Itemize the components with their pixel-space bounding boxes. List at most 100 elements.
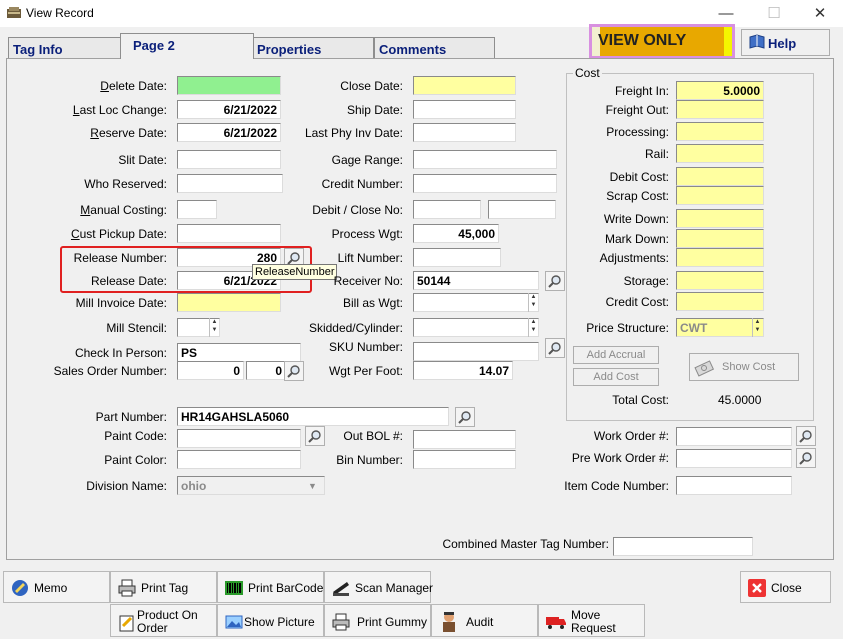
freight-in-field[interactable]: 5.0000	[676, 81, 764, 100]
title-bar: View Record — ☐ ✕	[0, 0, 843, 27]
total-cost-label: Total Cost:	[612, 393, 669, 407]
sku-search-button[interactable]	[545, 338, 565, 358]
truck-icon	[545, 614, 566, 634]
credit-cost-field[interactable]	[676, 292, 764, 311]
paint-code-search-button[interactable]	[305, 426, 325, 446]
scanner-icon	[331, 578, 351, 598]
skidded-cylinder-spinner[interactable]: ▲ ▼	[528, 318, 538, 337]
cust-pickup-date-field[interactable]	[177, 224, 281, 243]
audit-button[interactable]: Audit	[431, 604, 538, 637]
price-structure-spinner[interactable]: ▲ ▼	[752, 318, 762, 337]
processing-field[interactable]	[676, 122, 764, 141]
item-code-number-field[interactable]	[676, 476, 792, 495]
combined-master-tag-field[interactable]	[613, 537, 753, 556]
adjustments-label: Adjustments:	[599, 251, 669, 265]
window-title: View Record	[26, 6, 94, 20]
price-structure-select[interactable]: CWT	[676, 318, 764, 337]
bill-as-wgt-spinner[interactable]: ▲ ▼	[528, 293, 538, 312]
memo-button[interactable]: Memo	[3, 571, 110, 603]
sales-order-search-button[interactable]	[284, 361, 304, 381]
print-gummy-button[interactable]: Print Gummy	[324, 604, 431, 637]
adjustments-field[interactable]	[676, 248, 764, 267]
last-phy-inv-date-field[interactable]	[413, 123, 516, 142]
check-in-person-field[interactable]: PS	[177, 343, 301, 362]
debit-close-no-label: Debit / Close No:	[312, 203, 403, 217]
mark-down-label: Mark Down:	[604, 232, 669, 246]
close-window-button[interactable]: ✕	[797, 0, 843, 27]
tab-comments[interactable]: Comments	[374, 37, 495, 59]
chevron-down-icon[interactable]: ▼	[308, 481, 317, 491]
print-tag-button[interactable]: Print Tag	[110, 571, 217, 603]
magnifier-icon	[308, 430, 321, 443]
freight-out-field[interactable]	[676, 100, 764, 119]
write-down-field[interactable]	[676, 209, 764, 228]
close-button[interactable]: Close	[740, 571, 831, 603]
show-picture-button[interactable]: Show Picture	[217, 604, 324, 637]
rail-label: Rail:	[644, 147, 669, 161]
division-name-select[interactable]: ohio	[177, 476, 325, 495]
out-bol-field[interactable]	[413, 430, 516, 449]
paint-color-field[interactable]	[177, 450, 301, 469]
sales-order-line-field[interactable]: 0	[246, 361, 286, 380]
close-date-field[interactable]	[413, 76, 516, 95]
slit-date-field[interactable]	[177, 150, 281, 169]
add-cost-button[interactable]: Add Cost	[573, 368, 659, 386]
magnifier-icon	[458, 411, 471, 424]
mill-stencil-spinner[interactable]: ▲ ▼	[209, 318, 219, 337]
app-icon	[6, 6, 22, 20]
money-icon	[694, 358, 716, 381]
bill-as-wgt-field[interactable]	[413, 293, 539, 312]
debit-close-no-field[interactable]	[413, 200, 481, 219]
add-accrual-button[interactable]: Add Accrual	[573, 346, 659, 364]
wgt-per-foot-label: Wgt Per Foot:	[328, 364, 403, 378]
ship-date-field[interactable]	[413, 100, 516, 119]
sales-order-number-field[interactable]: 0	[177, 361, 244, 380]
delete-date-field[interactable]	[177, 76, 281, 95]
skidded-cylinder-field[interactable]	[413, 318, 539, 337]
paint-code-field[interactable]	[177, 429, 301, 448]
storage-field[interactable]	[676, 271, 764, 290]
debit-cost-field[interactable]	[676, 167, 764, 186]
lift-number-field[interactable]	[413, 248, 501, 267]
tab-page-2[interactable]: Page 2	[120, 33, 254, 59]
pre-work-order-search-button[interactable]	[796, 448, 816, 468]
rail-field[interactable]	[676, 144, 764, 163]
print-barcode-button[interactable]: Print BarCode	[217, 571, 324, 603]
part-number-field[interactable]: HR14GAHSLA5060	[177, 407, 449, 426]
who-reserved-field[interactable]	[177, 174, 283, 193]
scrap-cost-field[interactable]	[676, 186, 764, 205]
sku-number-field[interactable]	[413, 342, 539, 361]
pre-work-order-field[interactable]	[676, 449, 792, 468]
maximize-button[interactable]: ☐	[751, 0, 797, 27]
view-only-badge: VIEW ONLY	[589, 24, 735, 59]
receiver-no-search-button[interactable]	[545, 271, 565, 291]
last-loc-change-field[interactable]: 6/21/2022	[177, 100, 281, 119]
tab-tag-info[interactable]: Tag Info	[8, 37, 134, 59]
part-number-label: Part Number:	[95, 410, 167, 424]
gage-range-field[interactable]	[413, 150, 557, 169]
minimize-button[interactable]: —	[703, 0, 749, 27]
lift-number-label: Lift Number:	[337, 251, 403, 265]
mill-stencil-label: Mill Stencil:	[106, 321, 167, 335]
product-on-order-button[interactable]: Product On Order	[110, 604, 217, 637]
part-number-search-button[interactable]	[455, 407, 475, 427]
mark-down-field[interactable]	[676, 229, 764, 248]
pre-work-order-label: Pre Work Order #:	[571, 451, 669, 465]
tab-properties[interactable]: Properties	[252, 37, 374, 59]
credit-number-field[interactable]	[413, 174, 557, 193]
move-request-button[interactable]: Move Request	[538, 604, 645, 637]
show-cost-button[interactable]: Show Cost	[689, 353, 799, 381]
bin-number-field[interactable]	[413, 450, 516, 469]
mill-invoice-date-field[interactable]	[177, 293, 281, 312]
debit-close-no-field-2[interactable]	[488, 200, 556, 219]
wgt-per-foot-field[interactable]: 14.07	[413, 361, 513, 380]
scan-manager-button[interactable]: Scan Manager	[324, 571, 433, 603]
manual-costing-field[interactable]	[177, 200, 217, 219]
process-wgt-field[interactable]: 45,000	[413, 224, 499, 243]
reserve-date-field[interactable]: 6/21/2022	[177, 123, 281, 142]
release-number-tooltip: ReleaseNumber	[252, 264, 338, 280]
work-order-search-button[interactable]	[796, 426, 816, 446]
help-button[interactable]: Help	[741, 29, 830, 56]
receiver-no-field[interactable]: 50144	[413, 271, 539, 290]
work-order-field[interactable]	[676, 427, 792, 446]
